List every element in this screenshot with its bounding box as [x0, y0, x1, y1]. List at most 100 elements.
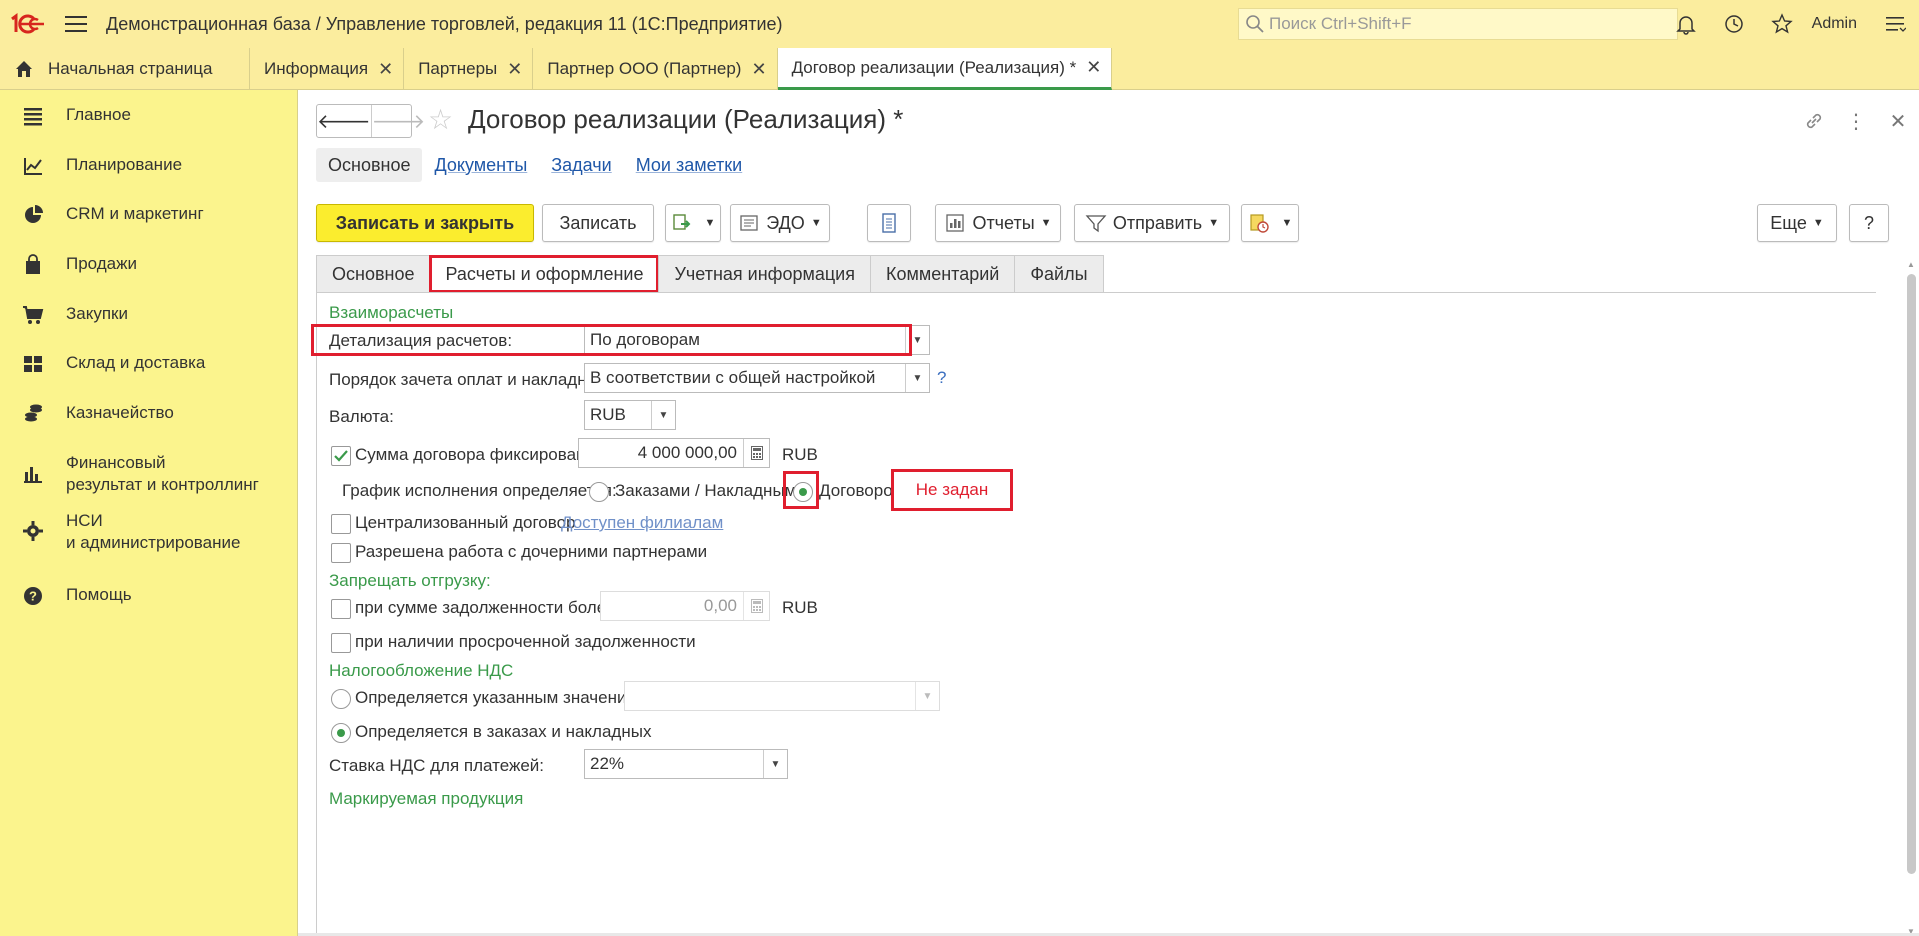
tab-contract[interactable]: Договор реализации (Реализация) * ✕	[777, 48, 1113, 90]
debt-checkbox[interactable]	[331, 599, 351, 619]
sidebar-item-help[interactable]: ? Помощь	[0, 584, 298, 607]
sidebar-item-label: Планирование	[66, 155, 183, 174]
more-label: Еще	[1770, 212, 1807, 233]
send-button[interactable]: Отправить ▼	[1074, 204, 1230, 242]
dropdown-arrow-icon[interactable]: ▼	[763, 750, 787, 778]
forward-button[interactable]: 🡒	[372, 105, 426, 137]
vat-orders-radio[interactable]	[331, 723, 351, 743]
sidebar-item-sales[interactable]: Продажи	[0, 253, 298, 276]
section-tasks[interactable]: Задачи	[539, 148, 623, 182]
create-based-icon	[672, 214, 690, 230]
shopping-bag-icon	[26, 254, 40, 274]
favorite-star-icon[interactable]: ☆	[428, 106, 453, 134]
link-button[interactable]	[1793, 104, 1835, 138]
sidebar-item-finance[interactable]: Финансовый результат и контроллинг	[0, 452, 298, 496]
debt-input[interactable]: 0,00	[600, 591, 770, 621]
notifications-button[interactable]	[1662, 0, 1710, 48]
close-icon[interactable]: ✕	[507, 59, 522, 80]
scroll-up-icon[interactable]: ▲	[1905, 260, 1917, 269]
currency-select[interactable]: RUB ▼	[584, 400, 676, 430]
tab-partner-ooo[interactable]: Партнер ООО (Партнер) ✕	[533, 48, 778, 90]
fixed-sum-checkbox[interactable]	[331, 446, 351, 466]
scroll-thumb[interactable]	[1907, 274, 1916, 874]
hamburger-icon	[65, 16, 87, 32]
close-icon[interactable]: ✕	[1086, 57, 1101, 78]
schedule-orders-radio[interactable]	[589, 482, 609, 502]
history-icon	[1724, 15, 1743, 33]
favorites-button[interactable]	[1758, 0, 1806, 48]
offset-select[interactable]: В соответствии с общей настройкой ▼	[584, 363, 930, 393]
dropdown-arrow-icon[interactable]: ▼	[905, 364, 929, 392]
close-icon[interactable]: ✕	[378, 59, 393, 80]
document-title: Договор реализации (Реализация) *	[468, 104, 904, 134]
dropdown-arrow-icon[interactable]: ▼	[915, 682, 939, 710]
section-documents[interactable]: Документы	[422, 148, 539, 182]
form-tab-files[interactable]: Файлы	[1014, 255, 1104, 293]
send-label: Отправить	[1112, 212, 1203, 233]
vat-specified-select[interactable]: ▼	[624, 681, 940, 711]
sidebar-item-crm[interactable]: CRM и маркетинг	[0, 203, 298, 226]
history-button[interactable]	[1710, 0, 1758, 48]
group-vat-title: Налогообложение НДС	[329, 661, 514, 680]
close-icon[interactable]: ✕	[751, 59, 766, 80]
subsidiary-checkbox[interactable]	[331, 543, 351, 563]
user-name[interactable]: Admin	[1812, 15, 1857, 33]
app-title: Демонстрационная база / Управление торго…	[106, 13, 783, 34]
svg-text:?: ?	[29, 589, 37, 604]
edo-button[interactable]: ЭДО ▼	[730, 204, 830, 242]
help-button[interactable]: ?	[1849, 204, 1889, 242]
tab-info[interactable]: Информация ✕	[250, 48, 405, 90]
search-input[interactable]: Поиск Ctrl+Shift+F	[1238, 8, 1678, 40]
offset-help-link[interactable]: ?	[937, 368, 946, 388]
close-window-button[interactable]: ✕	[1877, 104, 1919, 138]
fixed-sum-input[interactable]: 4 000 000,00	[578, 438, 770, 468]
schedule-orders-label: Заказами / Накладными	[615, 481, 806, 500]
branches-link[interactable]: Доступен филиалам	[561, 513, 723, 533]
tab-home[interactable]: Начальная страница	[0, 48, 250, 90]
form-tab-comment[interactable]: Комментарий	[869, 255, 1016, 293]
more-button[interactable]: Еще ▼	[1757, 204, 1837, 242]
sidebar-item-main[interactable]: Главное	[0, 104, 298, 127]
tab-partners[interactable]: Партнеры ✕	[404, 48, 534, 90]
1c-logo[interactable]	[0, 0, 56, 48]
main-menu-button[interactable]	[56, 0, 96, 48]
sidebar-item-warehouse[interactable]: Склад и доставка	[0, 352, 298, 375]
form-tab-accounting[interactable]: Учетная информация	[658, 255, 871, 293]
tab-label: Договор реализации (Реализация) *	[791, 57, 1077, 77]
dropdown-arrow-icon[interactable]: ▼	[651, 401, 675, 429]
save-close-button[interactable]: Записать и закрыть	[316, 204, 534, 242]
home-icon	[16, 61, 32, 77]
overdue-checkbox[interactable]	[331, 633, 351, 653]
command-bar: Записать и закрыть Записать ▼ ЭДО ▼ Отчет…	[316, 204, 1919, 242]
sidebar-item-purchases[interactable]: Закупки	[0, 303, 298, 326]
vat-specified-radio[interactable]	[331, 689, 351, 709]
form-tab-main[interactable]: Основное	[316, 255, 431, 293]
history-nav: 🡐 🡒	[316, 104, 425, 138]
centralized-checkbox[interactable]	[331, 514, 351, 534]
sidebar-item-treasury[interactable]: Казначейство	[0, 402, 298, 425]
sidebar-item-nsi[interactable]: НСИ и администрирование	[0, 510, 298, 554]
create-based-button[interactable]: ▼	[665, 204, 721, 242]
arrow-right-icon: 🡒	[371, 110, 426, 133]
schedule-status-link[interactable]: Не задан	[891, 469, 1013, 511]
back-button[interactable]: 🡐	[317, 105, 372, 137]
vertical-scrollbar[interactable]: ▲ ▼	[1905, 260, 1917, 936]
sidebar-item-planning[interactable]: Планирование	[0, 154, 298, 177]
sidebar-item-label: Помощь	[66, 585, 132, 604]
settings-menu-button[interactable]	[1871, 0, 1919, 48]
attachments-button[interactable]: ▼	[1241, 204, 1299, 242]
form-tab-settlements[interactable]: Расчеты и оформление	[429, 255, 660, 293]
save-button[interactable]: Записать	[542, 204, 654, 242]
calculator-icon[interactable]	[743, 592, 769, 620]
more-actions-button[interactable]: ⋮	[1835, 104, 1877, 138]
calculator-icon[interactable]	[743, 439, 769, 467]
debt-currency: RUB	[782, 598, 818, 617]
reports-button[interactable]: Отчеты ▼	[935, 204, 1061, 242]
pie-chart-icon	[25, 205, 43, 223]
print-list-button[interactable]	[867, 204, 911, 242]
vat-rate-select[interactable]: 22% ▼	[584, 749, 788, 779]
highlight-contract-radio	[783, 471, 819, 509]
section-notes[interactable]: Мои заметки	[624, 148, 755, 182]
settings-lines-icon	[1886, 17, 1906, 32]
section-main[interactable]: Основное	[316, 148, 423, 182]
